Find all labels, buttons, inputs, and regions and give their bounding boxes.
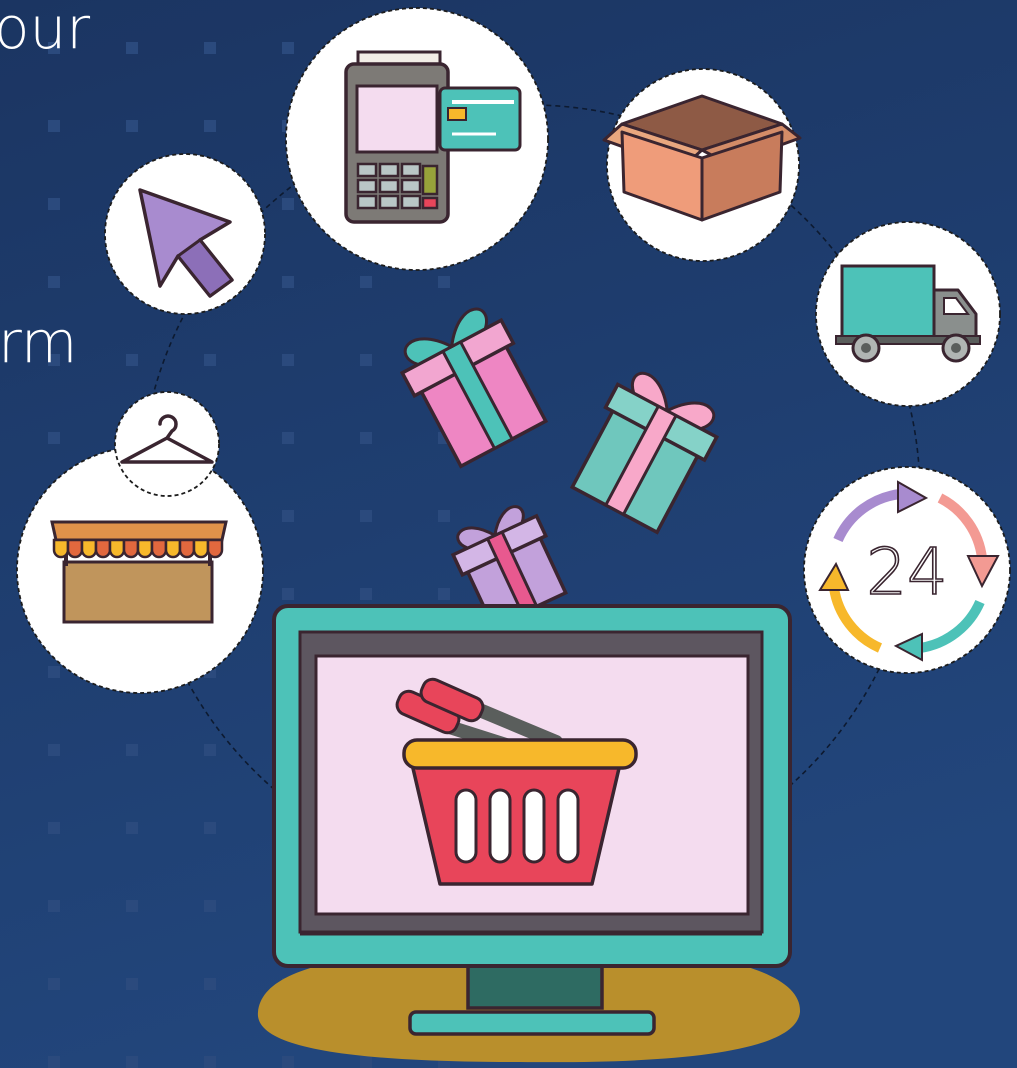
background-dot (204, 822, 216, 834)
background-dot (48, 120, 60, 132)
background-dot (126, 744, 138, 756)
24-hour-cycle-icon: 24 (803, 466, 1011, 674)
background-dot (48, 276, 60, 288)
background-dot (282, 198, 294, 210)
background-dot (360, 354, 372, 366)
clothes-hanger-icon (114, 391, 220, 497)
background-dot (282, 432, 294, 444)
background-dot (282, 354, 294, 366)
background-dot (48, 900, 60, 912)
open-box-icon (602, 68, 802, 262)
background-dot (282, 510, 294, 522)
background-dot (282, 42, 294, 54)
background-dot (204, 120, 216, 132)
background-dot (204, 744, 216, 756)
background-dot (360, 1056, 372, 1068)
headline-fragment-1: our (0, 0, 90, 62)
background-dot (48, 822, 60, 834)
background-dot (360, 510, 372, 522)
background-dot (282, 1056, 294, 1068)
background-dot (48, 978, 60, 990)
background-dot (48, 1056, 60, 1068)
background-dot (126, 900, 138, 912)
background-dot (360, 432, 372, 444)
background-dot (204, 42, 216, 54)
clock-label: 24 (866, 536, 947, 610)
card-payment-terminal-icon (285, 7, 549, 271)
background-dot (438, 588, 450, 600)
background-dot (204, 354, 216, 366)
background-dot (438, 276, 450, 288)
background-dot (360, 276, 372, 288)
background-dot (360, 588, 372, 600)
background-dot (48, 666, 60, 678)
background-dot (126, 1056, 138, 1068)
background-dot (48, 198, 60, 210)
arrow-cursor-icon (104, 153, 266, 315)
background-dot (126, 42, 138, 54)
background-dot (126, 978, 138, 990)
background-dot (126, 120, 138, 132)
background-dot (204, 1056, 216, 1068)
delivery-truck-icon (815, 221, 1001, 407)
background-dot (48, 432, 60, 444)
background-dot (204, 978, 216, 990)
background-dot (204, 900, 216, 912)
background-dot (48, 744, 60, 756)
background-dot (438, 510, 450, 522)
headline-fragment-2: rm (0, 308, 77, 376)
background-dot (126, 822, 138, 834)
shopping-illustration-canvas: our rm 24 (0, 0, 1017, 1068)
background-dot (282, 276, 294, 288)
background-dot (282, 588, 294, 600)
background-dot (126, 354, 138, 366)
